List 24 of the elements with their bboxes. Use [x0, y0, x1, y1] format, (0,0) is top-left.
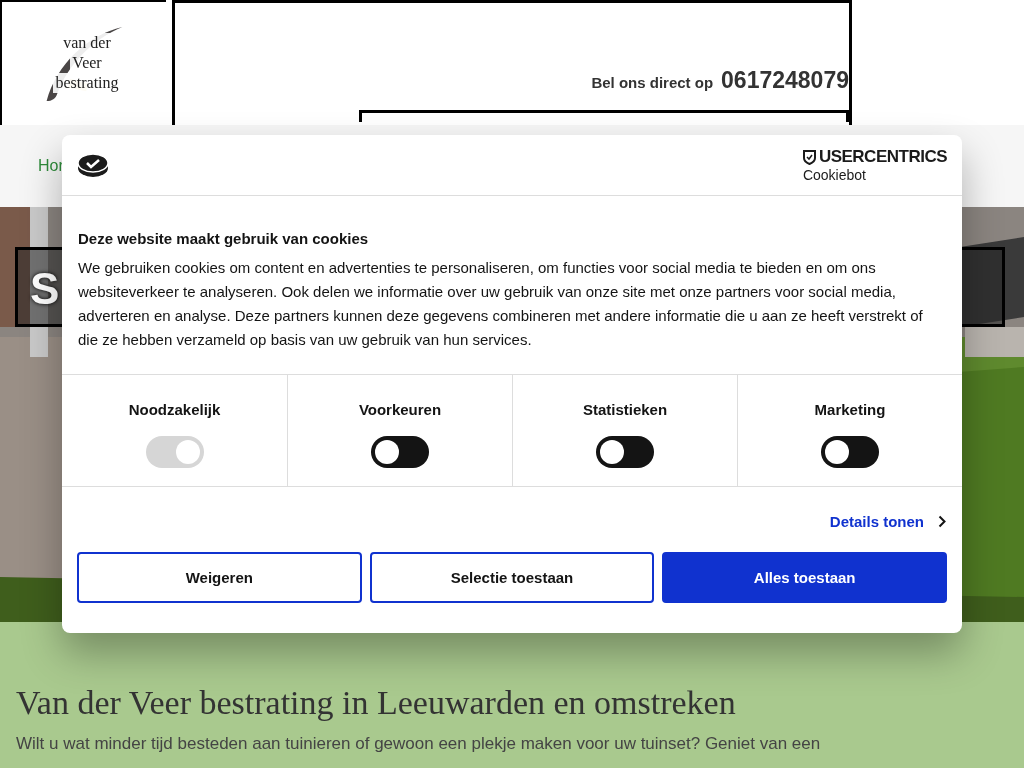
- phone-number[interactable]: 0617248079: [721, 67, 849, 94]
- category-label: Statistieken: [582, 401, 668, 418]
- toggle-switch[interactable]: [821, 436, 879, 468]
- brand-subtitle: Cookiebot: [802, 167, 867, 183]
- hero-title: S: [30, 264, 60, 313]
- nav-link[interactable]: Hor: [38, 157, 64, 175]
- consent-button[interactable]: Weigeren: [77, 552, 362, 603]
- accept-all-button[interactable]: Alles toestaan: [662, 552, 947, 603]
- dialog-title: Deze website maakt gebruik van cookies: [78, 230, 370, 247]
- intro-title: Van der Veer bestrating in Leeuwarden en omstreken: [16, 684, 737, 722]
- brand-name: USERCENTRICS: [802, 147, 947, 167]
- toggle-switch[interactable]: [596, 436, 654, 468]
- cookie-check-icon: [77, 152, 109, 178]
- phone-label: Bel ons direct op: [591, 74, 714, 91]
- chevron-right-icon: [938, 515, 946, 528]
- toggle-switch[interactable]: [371, 436, 429, 468]
- dialog-text: We gebruiken cookies om content en advertenties te personaliseren, om functies voor social media te bieden en om ons websiteverkeer te analyseren. Ook delen we informatie over uw gebruik van onze site met onze partners voor social media, adverteren en analyse. Deze partners kunnen deze gegevens combineren met andere informatie die u aan ze heeft verstrekt of die ze hebben verzameld op basis van uw gebruik van hun services.: [78, 258, 924, 350]
- details-link[interactable]: Details tonen: [829, 513, 946, 530]
- shield-icon: [802, 149, 816, 165]
- category-label: Noodzakelijk: [128, 401, 221, 418]
- category-label: Marketing: [814, 401, 886, 418]
- category-label: Voorkeuren: [358, 401, 442, 418]
- consent-button[interactable]: Selectie toestaan: [369, 552, 655, 603]
- intro-text: Wilt u wat minder tijd besteden aan tuinieren of gewoon een plekje maken voor uw tuinset? Geniet van een: [16, 734, 822, 754]
